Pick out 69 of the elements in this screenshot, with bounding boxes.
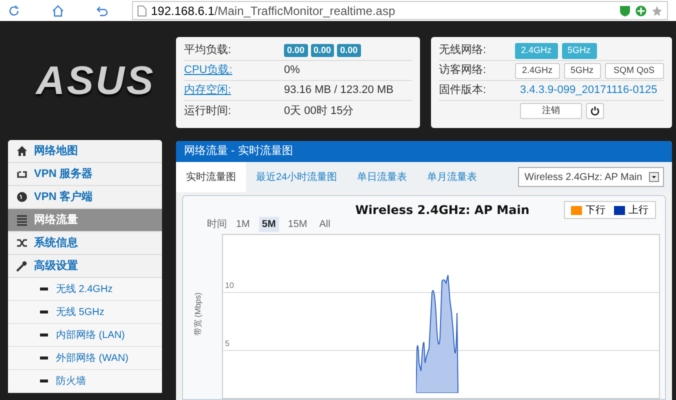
axis-title: 带宽 (Mbps) (192, 292, 204, 336)
tab[interactable]: 实时流量图 (176, 162, 246, 192)
sidebar-subitem[interactable]: 防火墙 (8, 370, 162, 393)
star-icon[interactable] (651, 4, 663, 16)
info-label: 访客网络: (439, 62, 488, 78)
sidebar-subitem[interactable]: 内部网络 (LAN) (8, 324, 162, 347)
sidebar-subitem[interactable]: 外部网络 (WAN) (8, 347, 162, 370)
tab[interactable]: 单日流量表 (347, 162, 418, 192)
logo: ASUS (36, 58, 156, 104)
band-button[interactable]: 5GHz (562, 42, 597, 58)
info-value: 93.16 MB / 123.20 MB (284, 83, 394, 98)
tab[interactable]: 最近24小时流量图 (246, 162, 348, 192)
globe-icon (16, 191, 28, 203)
interface-select[interactable]: Wireless 2.4GHz: AP Main (518, 167, 664, 187)
load-badge: 0.00 (337, 44, 361, 58)
info-label: 无线网络: (439, 43, 488, 58)
home-icon (16, 145, 28, 157)
info-value: 0天 00时 15分 (284, 104, 354, 119)
plus-circle-icon[interactable] (635, 4, 647, 16)
range-button[interactable]: All (316, 216, 334, 232)
sidebar-item[interactable]: 网络流量 (8, 209, 162, 232)
range-button[interactable]: 1M (233, 216, 253, 232)
legend-label: 下行 (586, 204, 606, 218)
band-button[interactable]: 2.4GHz (515, 42, 558, 58)
band-button[interactable]: 2.4GHz (515, 62, 560, 78)
load-badge: 0.00 (310, 44, 334, 58)
shield-icon[interactable] (619, 4, 631, 16)
home-icon[interactable] (52, 4, 64, 16)
url-text: 192.168.6.1/Main_TrafficMonitor_realtime.asp (151, 2, 396, 20)
wrench-icon (16, 260, 28, 272)
shuffle-icon (16, 237, 28, 249)
loop-arrows-icon (16, 168, 28, 180)
reload-icon[interactable] (8, 4, 20, 16)
firmware-link[interactable]: 3.4.3.9-099_20171116-0125 (520, 82, 658, 99)
sidebar-subitem[interactable]: 无线 2.4GHz (8, 278, 162, 301)
list-icon (16, 214, 28, 226)
legend-label: 上行 (628, 204, 649, 218)
range-button[interactable]: 5M (258, 216, 279, 232)
y-tick-label: 10 (225, 280, 234, 292)
band-button[interactable]: SQM QoS (604, 62, 664, 78)
info-link[interactable]: 内存空闲: (184, 82, 284, 99)
y-tick-label: 5 (225, 338, 230, 350)
dash-icon (40, 310, 48, 314)
band-button[interactable]: 5GHz (564, 62, 601, 78)
info-label: 运行时间: (184, 104, 232, 119)
back-icon[interactable] (96, 4, 108, 16)
panel-header: 网络流量 - 实时流量图 (176, 141, 672, 162)
power-button[interactable] (586, 103, 604, 119)
info-label: 固件版本: (439, 83, 488, 98)
sidebar-item[interactable]: 系统信息 (8, 232, 162, 255)
info-label: 平均负载: (184, 43, 232, 58)
address-bar[interactable]: 192.168.6.1/Main_TrafficMonitor_realtime.asp (132, 1, 668, 20)
dash-icon (40, 333, 48, 337)
dash-icon (40, 356, 48, 360)
sidebar-item[interactable]: VPN 服务器 (8, 163, 162, 186)
dash-icon (40, 287, 48, 291)
chart-title: Wireless 2.4GHz: AP Main (354, 202, 530, 219)
sidebar-subitem[interactable]: 无线 5GHz (8, 301, 162, 324)
info-value: 0% (284, 63, 300, 78)
sidebar-item[interactable]: 网络地图 (8, 140, 162, 163)
load-badge: 0.00 (284, 44, 308, 58)
page-icon (137, 4, 147, 16)
info-link[interactable]: CPU负载: (184, 62, 284, 79)
range-button[interactable]: 15M (284, 216, 310, 232)
power-icon (590, 106, 600, 116)
logout-button[interactable]: 注销 (520, 103, 582, 119)
tab[interactable]: 单月流量表 (417, 162, 488, 192)
dash-icon (40, 379, 48, 383)
time-label: 时间 (207, 218, 227, 232)
